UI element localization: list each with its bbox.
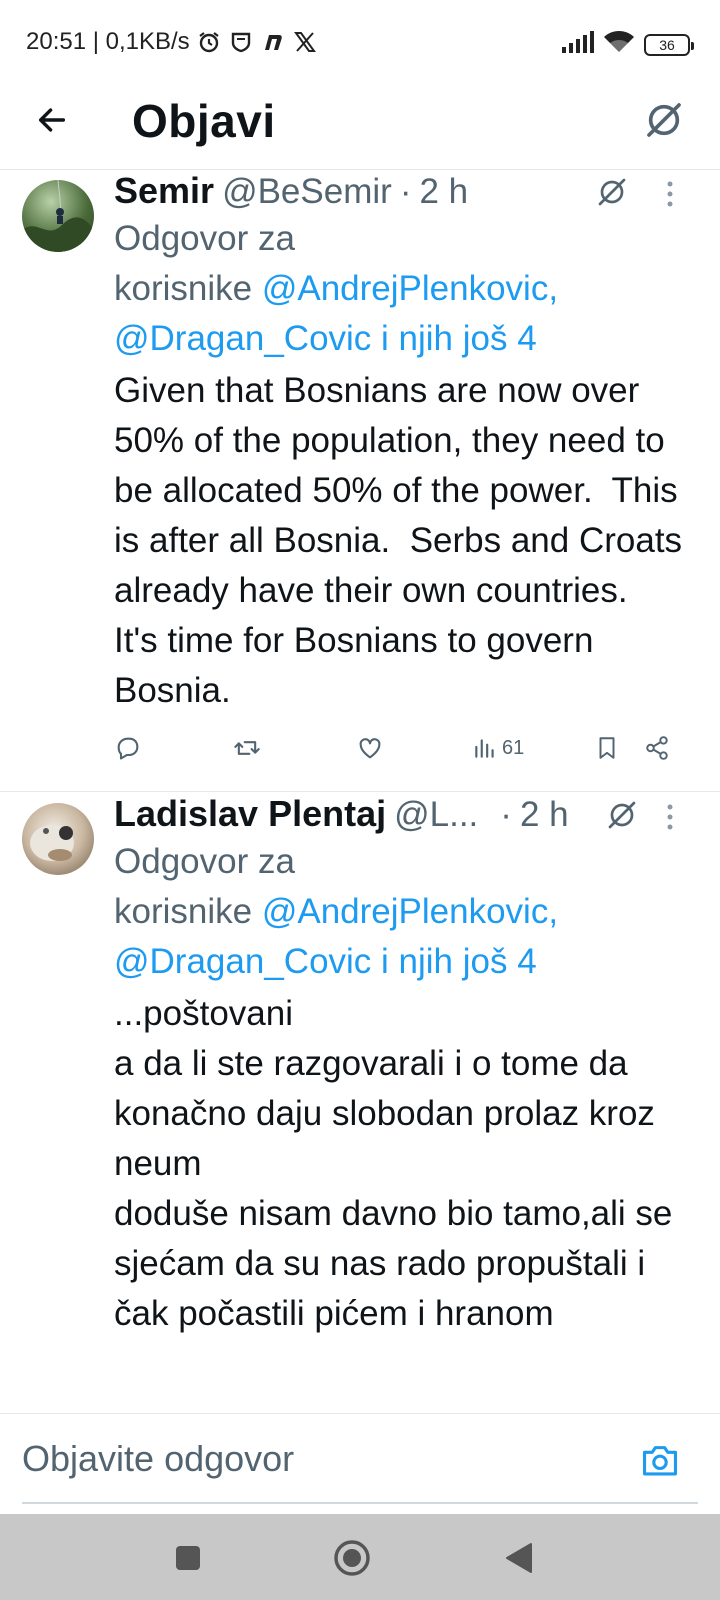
more-options-icon[interactable] <box>658 176 682 212</box>
home-circle-icon <box>334 1540 370 1576</box>
reply-prefix: Odgovor za <box>114 842 295 881</box>
repost-button[interactable] <box>232 728 262 768</box>
mention-link[interactable]: @AndrejPlenkovic, <box>262 269 558 308</box>
signal-icon <box>562 31 594 58</box>
mention-link[interactable]: @Dragan_Covic i njih još 4 <box>114 942 537 981</box>
shield-icon <box>228 29 254 55</box>
recents-button[interactable] <box>166 1536 210 1580</box>
tweet[interactable]: Semir @BeSemir · 2 h Odgovor za korisnik… <box>0 170 720 792</box>
separator-dot: · <box>399 172 412 211</box>
avatar[interactable] <box>22 180 94 252</box>
views-count: 61 <box>502 736 525 759</box>
page-title: Objavi <box>132 95 276 147</box>
alarm-icon <box>196 29 222 55</box>
share-button[interactable] <box>644 728 670 768</box>
tweet-text: ...poštovani a da li ste razgovarali i o… <box>114 994 673 1333</box>
camera-icon <box>643 1446 677 1476</box>
author-handle[interactable]: @L... <box>394 795 478 835</box>
top-app-bar: Objavi <box>0 88 720 170</box>
recents-square-icon <box>176 1546 200 1570</box>
tweet-body: Semir @BeSemir · 2 h Odgovor za korisnik… <box>114 170 700 716</box>
tweet[interactable]: Ladislav Plentaj @L... · 2 h Odgovor za … <box>0 793 720 1413</box>
arrow-left-icon <box>38 108 66 132</box>
mention-link[interactable]: @Dragan_Covic i njih još 4 <box>114 319 537 358</box>
views-icon <box>475 739 494 758</box>
repost-icon <box>234 741 260 755</box>
back-button[interactable] <box>30 98 74 142</box>
status-bar: 20:51 | 0,1KB/s 36 <box>0 0 720 88</box>
home-button[interactable] <box>330 1536 374 1580</box>
tweet-actions: 61 <box>114 728 686 768</box>
views-button[interactable]: 61 <box>472 728 524 768</box>
battery-level: 36 <box>659 36 675 53</box>
reply-context: Odgovor za korisnike @AndrejPlenkovic, @… <box>114 214 700 364</box>
reply-prefix: Odgovor za <box>114 219 295 258</box>
status-left: 20:51 | 0,1KB/s <box>26 28 318 56</box>
reply-icon <box>117 737 139 760</box>
camera-button[interactable] <box>640 1440 680 1480</box>
bookmark-button[interactable] <box>594 728 620 768</box>
back-nav-button[interactable] <box>496 1536 540 1580</box>
grok-icon[interactable] <box>594 174 630 210</box>
author-name[interactable]: Semir <box>114 170 214 212</box>
n-app-icon <box>260 29 286 55</box>
share-icon <box>646 736 668 760</box>
bookmark-icon <box>599 737 615 759</box>
tweet-time[interactable]: 2 h <box>419 172 468 212</box>
status-right: 36 <box>562 30 694 59</box>
grok-icon[interactable] <box>604 797 640 833</box>
avatar[interactable] <box>22 803 94 875</box>
tweet-text: Given that Bosnians are now over 50% of … <box>114 371 692 710</box>
x-logo-icon <box>292 29 318 55</box>
author-handle[interactable]: @BeSemir <box>222 172 392 212</box>
grok-icon <box>647 103 681 137</box>
heart-icon <box>359 738 381 759</box>
grok-button[interactable] <box>642 98 686 142</box>
status-time: 20:51 | 0,1KB/s <box>26 28 190 55</box>
battery-icon: 36 <box>644 33 694 56</box>
reply-input[interactable] <box>22 1434 622 1484</box>
reply-divider <box>22 1502 698 1504</box>
reply-button[interactable] <box>114 728 142 768</box>
tweet-time[interactable]: 2 h <box>520 795 569 835</box>
author-name[interactable]: Ladislav Plentaj <box>114 793 386 835</box>
reply-prefix-users: korisnike <box>114 892 253 931</box>
wifi-icon <box>604 30 634 59</box>
tweet-body: Ladislav Plentaj @L... · 2 h Odgovor za … <box>114 793 700 1339</box>
system-navigation-bar <box>0 1514 720 1600</box>
reply-composer <box>0 1413 720 1509</box>
separator-dot: · <box>500 795 512 834</box>
mention-link[interactable]: @AndrejPlenkovic, <box>262 892 558 931</box>
more-options-icon[interactable] <box>658 799 682 835</box>
reply-prefix-users: korisnike <box>114 269 253 308</box>
back-triangle-icon <box>506 1543 532 1573</box>
like-button[interactable] <box>356 728 384 768</box>
reply-context: Odgovor za korisnike @AndrejPlenkovic, @… <box>114 837 700 987</box>
